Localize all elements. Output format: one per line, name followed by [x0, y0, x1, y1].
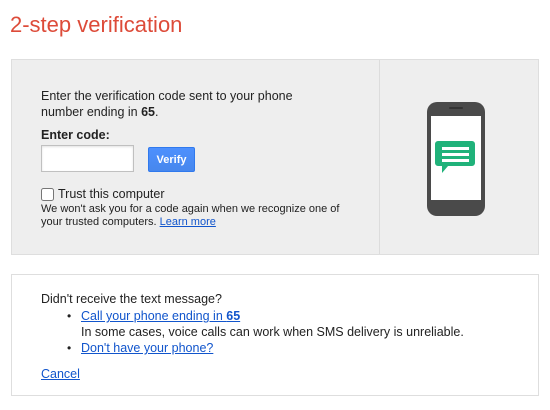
instructions-text: Enter the verification code sent to your…: [41, 89, 293, 119]
no-phone-option: • Don't have your phone?: [41, 340, 464, 356]
instructions: Enter the verification code sent to your…: [41, 88, 311, 120]
trust-note: We won't ask you for a code again when w…: [41, 203, 341, 229]
call-phone-link[interactable]: Call your phone ending in 65: [81, 309, 240, 323]
trust-label[interactable]: Trust this computer: [58, 187, 165, 201]
call-suffix: 65: [226, 309, 241, 323]
panel-divider: [379, 60, 380, 254]
call-note: In some cases, voice calls can work when…: [81, 325, 464, 339]
verification-panel: Enter the verification code sent to your…: [11, 59, 539, 255]
instructions-end: .: [154, 105, 159, 119]
alternative-options: • Call your phone ending in 65 In some c…: [41, 308, 464, 356]
page-title: 2-step verification: [10, 12, 183, 37]
code-input[interactable]: [41, 145, 134, 172]
no-phone-link[interactable]: Don't have your phone?: [81, 341, 213, 355]
no-sms-question: Didn't receive the text message?: [41, 292, 222, 306]
call-option: • Call your phone ending in 65 In some c…: [41, 308, 464, 340]
no-sms-panel: Didn't receive the text message? • Call …: [11, 274, 539, 396]
cancel-link[interactable]: Cancel: [41, 367, 80, 381]
phone-suffix: 65: [141, 105, 155, 119]
learn-more-link[interactable]: Learn more: [160, 216, 216, 228]
phone-sms-icon: [427, 102, 485, 216]
call-link-text: Call your phone ending in: [81, 309, 227, 323]
verify-button[interactable]: Verify: [148, 147, 195, 172]
bullet-icon: •: [67, 341, 72, 355]
code-label: Enter code:: [41, 128, 110, 142]
bullet-icon: •: [67, 309, 72, 323]
trust-checkbox[interactable]: [41, 188, 54, 201]
